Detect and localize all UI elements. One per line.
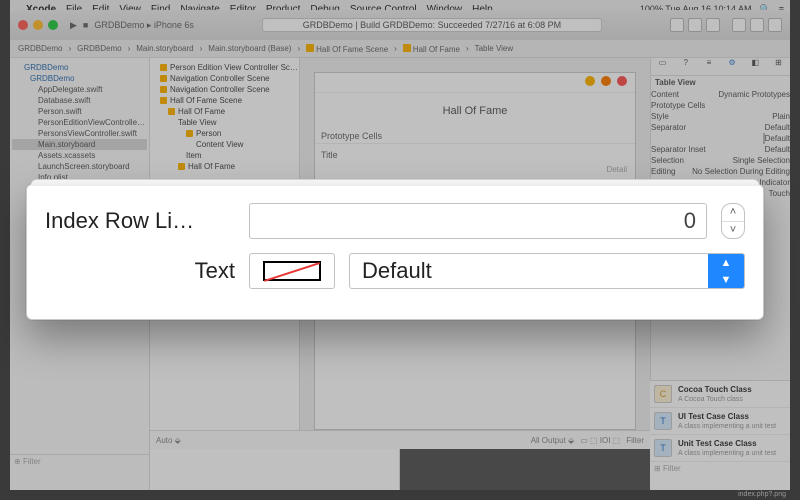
object-library[interactable]: C Cocoa Touch ClassA Cocoa Touch class T… bbox=[650, 380, 790, 490]
window-titlebar: ▶ ■ GRDBDemo ▸ iPhone 6s GRDBDemo | Buil… bbox=[10, 10, 790, 40]
file-item: Person.swift bbox=[12, 106, 147, 117]
stepper-up-icon[interactable]: ˄ bbox=[722, 204, 744, 222]
scheme-selector[interactable]: GRDBDemo ▸ iPhone 6s bbox=[94, 20, 194, 31]
scene-item: Person Edition View Controller Sc… bbox=[152, 62, 297, 73]
library-item[interactable]: C Cocoa Touch ClassA Cocoa Touch class bbox=[650, 381, 790, 408]
library-item[interactable]: T UI Test Case ClassA class implementing… bbox=[650, 408, 790, 435]
cell-title-label[interactable]: Title bbox=[315, 144, 635, 166]
nav-title: Hall Of Fame bbox=[315, 93, 635, 129]
popup-arrows-icon[interactable]: ▲▼ bbox=[708, 254, 744, 288]
file-item: Assets.xcassets bbox=[12, 150, 147, 161]
console-icons[interactable]: ▭ ⬚ IOI ⬚ bbox=[580, 436, 620, 445]
inspector-header: Table View bbox=[655, 78, 696, 87]
group: GRDBDemo bbox=[12, 73, 147, 84]
no-color-swatch bbox=[263, 261, 321, 281]
scene-item: Hall Of Fame bbox=[152, 106, 297, 117]
panel-toggle-buttons[interactable] bbox=[732, 18, 782, 32]
project-root: GRDBDemo bbox=[12, 62, 147, 73]
test-icon: T bbox=[654, 439, 672, 457]
cell-detail-label: Detail bbox=[607, 165, 627, 174]
scene-item: Person bbox=[152, 128, 297, 139]
library-filter[interactable]: ⊞ Filter bbox=[650, 462, 790, 475]
library-item[interactable]: T Unit Test Case ClassA class implementi… bbox=[650, 435, 790, 462]
text-color-well[interactable] bbox=[249, 253, 335, 289]
index-row-limit-stepper[interactable]: ˄ ˅ bbox=[721, 203, 745, 239]
text-color-label: Text bbox=[45, 258, 235, 284]
outline-filter[interactable]: ⊕ Filter bbox=[10, 454, 160, 470]
debug-filter[interactable]: Filter bbox=[626, 436, 644, 445]
scene-item: Hall Of Fame Scene bbox=[152, 95, 297, 106]
index-row-limit-field[interactable]: 0 bbox=[249, 203, 707, 239]
auto-popup[interactable]: Auto ⬙ bbox=[156, 436, 181, 445]
magnified-inspector-panel: Index Row Li… 0 ˄ ˅ Text Default ▲▼ bbox=[26, 184, 764, 320]
class-icon: C bbox=[654, 385, 672, 403]
close-button[interactable] bbox=[18, 20, 28, 30]
storyboard-ref-icon bbox=[617, 76, 627, 86]
file-item-selected: Main.storyboard bbox=[12, 139, 147, 150]
scene-item: Hall Of Fame bbox=[152, 161, 297, 172]
scene-item: Navigation Controller Scene bbox=[152, 73, 297, 84]
run-button[interactable]: ▶ bbox=[70, 20, 77, 31]
file-item: PersonsViewController.swift bbox=[12, 128, 147, 139]
file-item: LaunchScreen.storyboard bbox=[12, 161, 147, 172]
debug-area[interactable]: Auto ⬙ All Output ⬙ ▭ ⬚ IOI ⬚ Filter bbox=[150, 430, 650, 490]
minimize-button[interactable] bbox=[33, 20, 43, 30]
scene-item: Item bbox=[152, 150, 297, 161]
text-color-value: Default bbox=[350, 258, 444, 284]
test-icon: T bbox=[654, 412, 672, 430]
inspector-tabs[interactable]: ▭?≡⚙◧⊞ bbox=[651, 58, 790, 76]
scene-item: Navigation Controller Scene bbox=[152, 84, 297, 95]
jump-bar[interactable]: GRDBDemo› GRDBDemo› Main.storyboard› Mai… bbox=[10, 40, 790, 58]
index-row-limit-label: Index Row Li… bbox=[45, 208, 235, 234]
prototype-cells-header: Prototype Cells bbox=[315, 129, 635, 144]
index-row-limit-value: 0 bbox=[684, 208, 696, 234]
activity-viewer: GRDBDemo | Build GRDBDemo: Succeeded 7/2… bbox=[262, 18, 602, 32]
zoom-button[interactable] bbox=[48, 20, 58, 30]
file-item: AppDelegate.swift bbox=[12, 84, 147, 95]
file-item: Database.swift bbox=[12, 95, 147, 106]
first-responder-icon bbox=[585, 76, 595, 86]
scene-item: Table View bbox=[152, 117, 297, 128]
window-controls bbox=[18, 20, 58, 30]
stepper-down-icon[interactable]: ˅ bbox=[722, 222, 744, 239]
download-filename: index.php?.png bbox=[738, 491, 786, 498]
stop-button[interactable]: ■ bbox=[83, 20, 88, 30]
editor-mode-buttons[interactable] bbox=[670, 18, 720, 32]
scene-item: Content View bbox=[152, 139, 297, 150]
output-popup[interactable]: All Output ⬙ bbox=[531, 436, 575, 445]
exit-icon bbox=[601, 76, 611, 86]
file-item: PersonEditionViewController.swift bbox=[12, 117, 147, 128]
variables-view[interactable] bbox=[150, 449, 400, 490]
text-color-popup[interactable]: Default ▲▼ bbox=[349, 253, 745, 289]
console-view[interactable] bbox=[400, 449, 650, 490]
